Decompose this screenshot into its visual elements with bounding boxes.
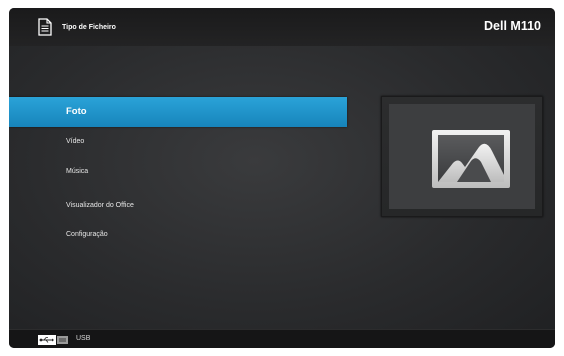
projector-screen: Tipo de Ficheiro Dell M110 Foto Vídeo Mú… <box>9 8 555 348</box>
menu-item-musica[interactable]: Música <box>9 164 347 184</box>
menu-item-foto[interactable]: Foto <box>9 97 347 127</box>
menu-item-label: Configuração <box>66 231 108 238</box>
menu-item-label: Música <box>66 168 89 175</box>
preview-panel <box>381 96 543 217</box>
menu-item-label: Foto <box>66 106 87 117</box>
menu-item-label: Vídeo <box>66 138 85 145</box>
header-bar: Tipo de Ficheiro Dell M110 <box>9 8 555 46</box>
status-bar: USB <box>9 329 555 348</box>
page-title: Tipo de Ficheiro <box>62 24 116 31</box>
photo-icon <box>432 130 510 188</box>
preview-area <box>389 104 535 209</box>
device-model: Dell M110 <box>484 19 541 33</box>
menu-item-configuracao[interactable]: Configuração <box>9 227 347 247</box>
menu-item-visualizador-office[interactable]: Visualizador do Office <box>9 198 347 218</box>
document-icon <box>38 18 52 36</box>
menu-item-label: Visualizador do Office <box>66 202 134 209</box>
source-label: USB <box>76 335 91 342</box>
menu-item-video[interactable]: Vídeo <box>9 134 347 154</box>
usb-icon <box>38 335 68 345</box>
